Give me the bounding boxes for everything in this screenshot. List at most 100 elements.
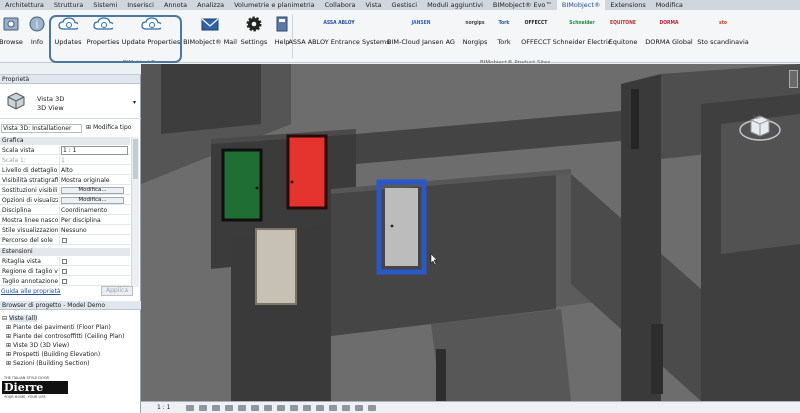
column-divider	[59, 156, 60, 165]
view-control-icon[interactable]	[290, 405, 298, 411]
view-control-icon[interactable]	[212, 405, 220, 411]
view-control-icon[interactable]	[238, 405, 246, 411]
property-value[interactable]: Coordinamento	[61, 206, 128, 215]
tab-bimobject[interactable]: BIMobject®	[556, 0, 606, 10]
tab-collabora[interactable]: Collabora	[320, 0, 361, 10]
properties-scrollbar[interactable]	[131, 137, 139, 287]
view-control-icon[interactable]	[186, 405, 194, 411]
column-divider	[59, 277, 60, 286]
tree-item[interactable]: ⊞ Prospetti (Building Elevation)	[6, 351, 100, 358]
tab-vista[interactable]: Vista	[361, 0, 387, 10]
door-green[interactable]	[221, 148, 263, 222]
instance-selector[interactable]: Vista 3D: Installationer	[1, 124, 82, 133]
collapse-icon: ⊟	[2, 315, 9, 322]
property-value[interactable]: Nessuno	[61, 226, 128, 235]
3d-viewport[interactable]: SUP	[141, 64, 800, 401]
edit-button[interactable]: Modifica...	[61, 187, 124, 194]
properties-scrollbar-thumb[interactable]	[133, 139, 138, 179]
view-control-icon[interactable]	[277, 405, 285, 411]
tab-sistemi[interactable]: Sistemi	[88, 0, 122, 10]
scale-label[interactable]: 1 : 1	[157, 404, 170, 411]
settings-button[interactable]: Settings	[240, 11, 268, 53]
column-divider	[59, 216, 60, 225]
door-white[interactable]	[255, 228, 297, 305]
edit-button[interactable]: Modifica...	[61, 197, 124, 204]
view-control-icon[interactable]	[225, 405, 233, 411]
section-graphics[interactable]: Grafica	[0, 137, 130, 145]
site-button-tork[interactable]: Tork Tork	[494, 11, 514, 53]
property-row: Scala 1: 1	[0, 156, 130, 165]
property-row: Livello di dettaglio Alto	[0, 166, 130, 175]
apply-button[interactable]: Applica	[101, 286, 133, 296]
view-control-icon[interactable]	[329, 405, 337, 411]
model-scene	[141, 64, 800, 401]
info-button[interactable]: i Info	[28, 11, 46, 53]
help-button[interactable]: Help	[272, 11, 292, 53]
type-sub: 3D View	[37, 104, 64, 112]
tab-inserisci[interactable]: Inserisci	[122, 0, 159, 10]
tab-volumetrie-e-planimetria[interactable]: Volumetrie e planimetria	[229, 0, 320, 10]
view-control-icon[interactable]	[251, 405, 259, 411]
site-button-bim-cloud-jansen-ag[interactable]: JANSEN BIM-Cloud Jansen AG	[387, 11, 455, 53]
tree-item[interactable]: ⊞ Sezioni (Building Section)	[6, 360, 90, 367]
view-control-bar: 1 : 1	[141, 401, 800, 413]
site-logo: Tork	[498, 20, 510, 26]
property-value[interactable]: Alto	[61, 166, 128, 175]
type-selector[interactable]: Vista 3D 3D View ▾	[0, 85, 141, 119]
view-control-icon[interactable]	[355, 405, 363, 411]
site-button-assa-abloy-entrance-systems[interactable]: ASSA ABLOY ASSA ABLOY Entrance Systems	[288, 11, 389, 53]
tab-analizza[interactable]: Analizza	[192, 0, 229, 10]
tab-modifica[interactable]: Modifica	[651, 0, 688, 10]
site-label: Tork	[497, 38, 511, 46]
checkbox[interactable]	[62, 279, 67, 284]
tab-extensions[interactable]: Extensions	[605, 0, 650, 10]
site-label: DORMA Global	[645, 38, 693, 46]
edit-type-button[interactable]: ⊞ Modifica tipo	[86, 124, 131, 131]
site-logo: ASSA ABLOY	[323, 20, 355, 26]
tree-root[interactable]: ⊟ Viste (all)	[2, 315, 38, 322]
site-button-equitone[interactable]: EQUITONE Equitone	[608, 11, 638, 53]
browse-icon	[1, 14, 21, 34]
tab-architettura[interactable]: Architettura	[0, 0, 49, 10]
nav-wheel-icon[interactable]	[789, 70, 798, 88]
checkbox[interactable]	[62, 238, 67, 243]
site-button-sto-scandinavia[interactable]: sto Sto scandinavia	[697, 11, 748, 53]
site-logo: JANSEN	[411, 20, 431, 26]
tree-item[interactable]: ⊞ Piante dei controsoffitti (Ceiling Pla…	[6, 333, 124, 340]
browse-button[interactable]: Browse	[0, 11, 23, 53]
property-row: Scala vista 1 : 1	[0, 146, 130, 155]
tab-struttura[interactable]: Struttura	[49, 0, 88, 10]
view-control-icon[interactable]	[368, 405, 376, 411]
mail-button[interactable]: BIMobject® Mail	[183, 11, 237, 53]
site-label: OFFECCT	[521, 38, 551, 46]
site-button-schneider-electric[interactable]: Schneider Schneider Electric	[553, 11, 612, 53]
viewcube[interactable]: SUP	[739, 106, 781, 144]
properties-help-link[interactable]: Guida alle proprietà	[1, 288, 61, 295]
property-value[interactable]: 1 : 1	[61, 146, 128, 155]
view-control-icon[interactable]	[303, 405, 311, 411]
svg-text:i: i	[36, 21, 39, 31]
tab-gestisci[interactable]: Gestisci	[387, 0, 423, 10]
site-label: BIM-Cloud Jansen AG	[387, 38, 455, 46]
tab-bimobject-evo[interactable]: BIMobject® Evo™	[488, 0, 557, 10]
view-control-icon[interactable]	[342, 405, 350, 411]
door-red[interactable]	[286, 134, 328, 210]
tree-item[interactable]: ⊞ Viste 3D (3D View)	[6, 342, 69, 349]
tree-item[interactable]: ⊞ Piante dei pavimenti (Floor Plan)	[6, 324, 111, 331]
site-button-norgips[interactable]: norgips Norgips	[459, 11, 491, 53]
site-button-offecct[interactable]: OFFECCT OFFECCT	[516, 11, 556, 53]
checkbox[interactable]	[62, 269, 67, 274]
view-control-icon[interactable]	[316, 405, 324, 411]
view-control-icon[interactable]	[264, 405, 272, 411]
tab-moduli-aggiuntivi[interactable]: Moduli aggiuntivi	[422, 0, 488, 10]
checkbox[interactable]	[62, 259, 67, 264]
section-extents[interactable]: Estensioni	[0, 248, 130, 256]
type-name: Vista 3D	[37, 95, 65, 103]
edit-type-label: Modifica tipo	[92, 124, 132, 131]
site-button-dorma-global[interactable]: DORMA DORMA Global	[644, 11, 694, 53]
view-control-icon[interactable]	[199, 405, 207, 411]
tab-annota[interactable]: Annota	[159, 0, 192, 10]
property-value[interactable]: Per disciplina	[61, 216, 128, 225]
navigation-bar[interactable]	[787, 64, 800, 401]
property-value[interactable]: Mostra originale	[61, 176, 128, 185]
